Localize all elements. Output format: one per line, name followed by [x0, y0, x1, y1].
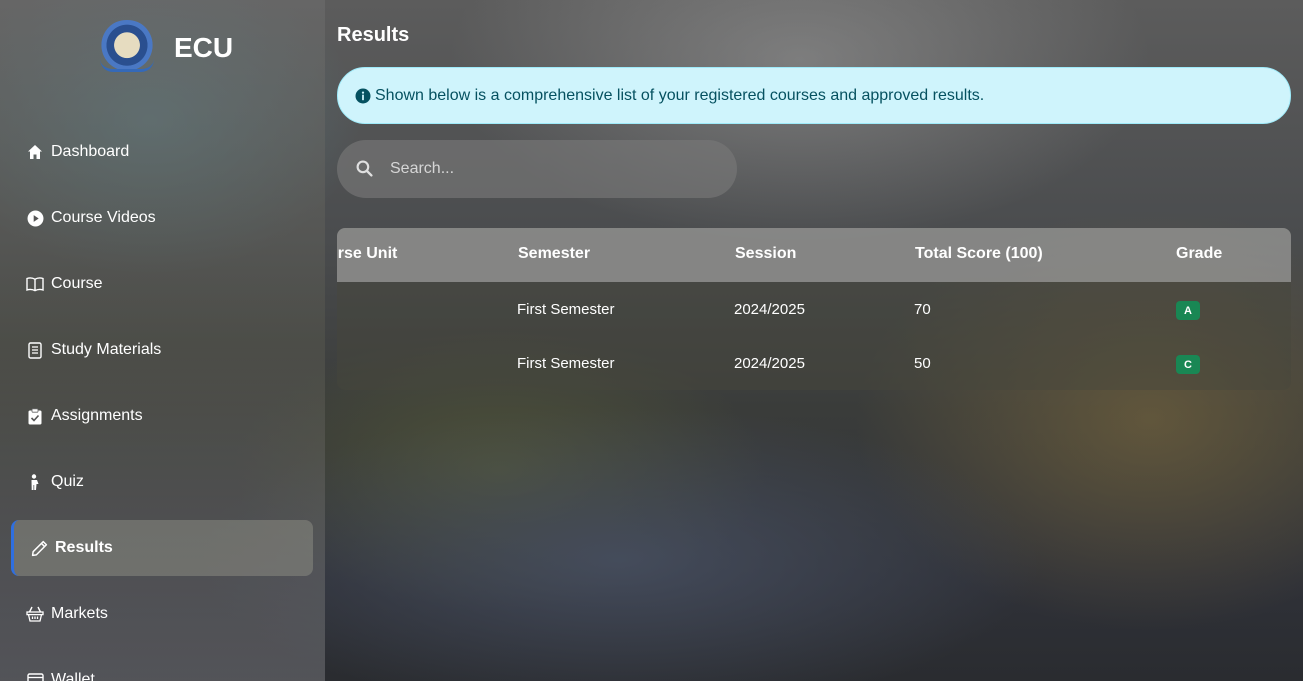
search-icon: [356, 160, 374, 178]
column-header-total-score[interactable]: Total Score (100): [915, 245, 1043, 263]
home-icon: [26, 143, 44, 161]
results-table: urse Unit Semester Session Total Score (…: [337, 228, 1291, 390]
sidebar-item-course[interactable]: Course: [11, 256, 313, 312]
clipboard-check-icon: [26, 407, 44, 425]
sidebar-item-label: Course: [51, 275, 103, 292]
sidebar-item-wallet[interactable]: Wallet: [11, 652, 313, 681]
sidebar-item-label: Results: [55, 539, 113, 556]
cell-total-score: 50: [914, 355, 931, 372]
sidebar-item-dashboard[interactable]: Dashboard: [11, 124, 313, 180]
search-bar[interactable]: [337, 140, 737, 198]
table-header: urse Unit Semester Session Total Score (…: [337, 228, 1291, 282]
sidebar-item-label: Assignments: [51, 407, 143, 424]
column-header-semester[interactable]: Semester: [518, 245, 590, 263]
sidebar-item-markets[interactable]: Markets: [11, 586, 313, 642]
person-icon: [26, 473, 44, 491]
basket-icon: [26, 605, 44, 623]
info-alert-text: Shown below is a comprehensive list of y…: [375, 86, 985, 104]
sidebar-item-quiz[interactable]: Quiz: [11, 454, 313, 510]
column-header-course-unit[interactable]: urse Unit: [337, 245, 397, 263]
grade-badge: C: [1176, 355, 1200, 374]
sidebar-item-label: Course Videos: [51, 209, 156, 226]
sidebar-item-course-videos[interactable]: Course Videos: [11, 190, 313, 246]
sidebar: ECU Dashboard Course Videos Course Study…: [0, 0, 325, 681]
wallet-icon: [26, 671, 44, 681]
sidebar-item-results[interactable]: Results: [11, 520, 313, 576]
cell-semester: First Semester: [517, 355, 615, 372]
sidebar-item-label: Quiz: [51, 473, 84, 490]
cell-semester: First Semester: [517, 301, 615, 318]
play-circle-icon: [26, 209, 44, 227]
document-list-icon: [26, 341, 44, 359]
university-logo: [98, 20, 156, 76]
cell-session: 2024/2025: [734, 355, 805, 372]
cell-total-score: 70: [914, 301, 931, 318]
grade-badge: A: [1176, 301, 1200, 320]
cell-session: 2024/2025: [734, 301, 805, 318]
sidebar-item-assignments[interactable]: Assignments: [11, 388, 313, 444]
column-header-grade[interactable]: Grade: [1176, 245, 1222, 263]
book-open-icon: [26, 275, 44, 293]
sidebar-item-label: Study Materials: [51, 341, 162, 358]
sidebar-item-label: Wallet: [51, 671, 95, 681]
sidebar-item-label: Dashboard: [51, 143, 130, 160]
sidebar-item-label: Markets: [51, 605, 108, 622]
sidebar-item-study-materials[interactable]: Study Materials: [11, 322, 313, 378]
info-icon: [355, 88, 371, 104]
column-header-session[interactable]: Session: [735, 245, 796, 263]
pencil-icon: [30, 539, 48, 557]
brand-name: ECU: [174, 32, 234, 63]
info-alert: Shown below is a comprehensive list of y…: [337, 67, 1291, 124]
search-input[interactable]: [388, 159, 712, 179]
page-title: Results: [337, 24, 410, 46]
brand[interactable]: ECU: [98, 20, 233, 76]
